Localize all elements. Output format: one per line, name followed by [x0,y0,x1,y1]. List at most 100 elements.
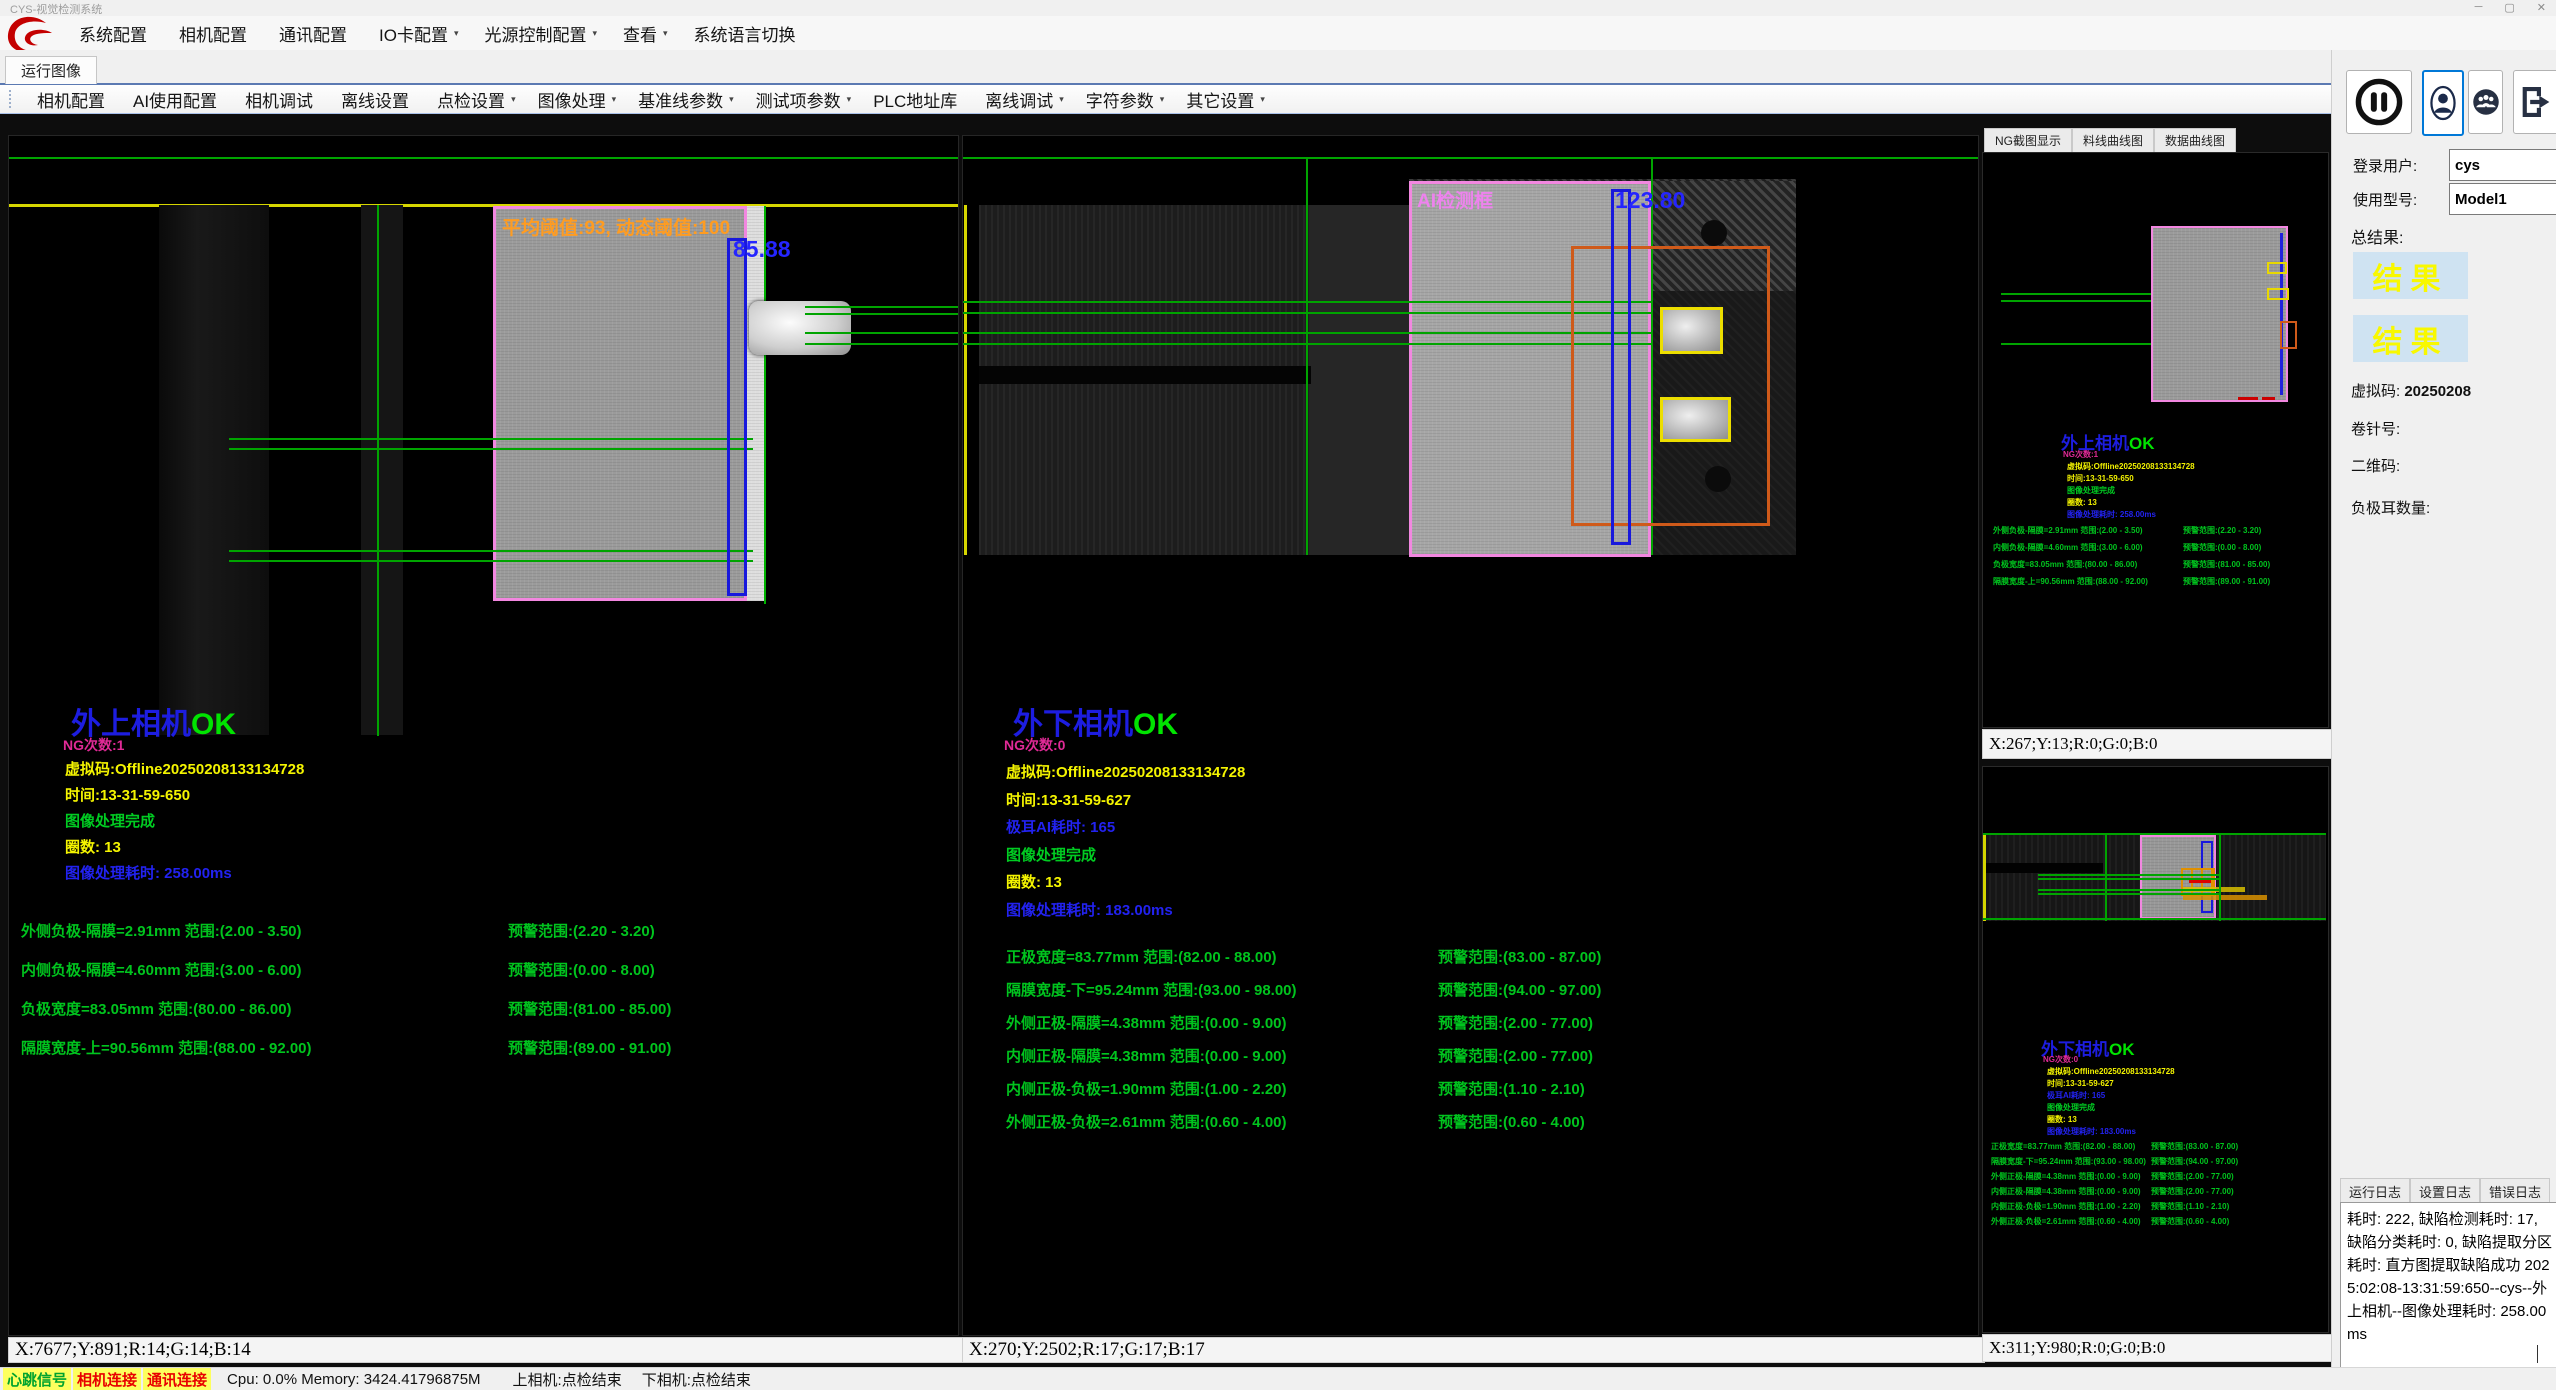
measure-h-green [805,306,958,308]
pause-button[interactable] [2346,70,2412,134]
toolbar-item[interactable]: 相机配置 [26,87,122,112]
measure-h-green [229,560,753,562]
toolbar-item[interactable]: 相机调试 [234,87,330,112]
mini-done-row: 图像处理完成 [2047,1102,2095,1113]
view-tab-row: 运行图像 [0,50,2331,85]
login-user-field[interactable]: cys [2449,149,2556,181]
lower-camera-statusline: X:270;Y:2502;R:17;G:17;B:17 [962,1337,1985,1363]
user-manager-button[interactable] [2468,70,2503,134]
toolbar-item[interactable]: 离线调试▾ [974,87,1075,112]
preview-tab[interactable]: NG截图显示 [1984,128,2072,152]
baseline-h-green [9,157,958,159]
toolbar-item[interactable]: 基准线参数▾ [627,87,745,112]
virtual-code-row: 虚拟码:Offline20250208133134728 [1006,761,1245,782]
minimize-icon[interactable]: ─ [2475,1,2483,14]
toolbar-item[interactable]: 图像处理▾ [527,87,628,112]
mini-h-green [2038,889,2219,891]
toolbar-item[interactable]: 测试项参数▾ [745,87,863,112]
model-field[interactable]: Model1 [2449,183,2556,215]
toolbar-item[interactable]: 字符参数▾ [1075,87,1176,112]
mini-v-yellow [1983,833,1986,921]
mini-h-green [2038,878,2219,880]
measure-h-green [805,332,958,334]
log-content[interactable]: 耗时: 222, 缺陷检测耗时: 17, 缺陷分类耗时: 0, 缺陷提取分区耗时… [2340,1202,2556,1390]
chevron-down-icon: ▾ [1059,94,1064,105]
toolbar-item[interactable]: 离线设置 [330,87,426,112]
exit-door-icon [2516,82,2556,122]
mini-ng-count: NG次数:0 [2043,1054,2078,1065]
toolbar-grip-handle[interactable] [9,90,14,108]
virtual-code-field: 虚拟码: 20250208 [2351,380,2471,401]
mini-elapsed-row: 图像处理耗时: 258.00ms [2067,509,2156,520]
measurement-row: 外侧正极-隔膜=4.38mm 范围:(0.00 - 9.00) 预警范围:(2.… [1006,1012,1956,1045]
log-tab-bar: 运行日志 设置日志 错误日志 [2340,1178,2550,1204]
exit-button[interactable] [2513,70,2556,134]
toolbar-item[interactable]: AI使用配置 [122,87,234,112]
toolbar-item[interactable]: PLC地址库 [862,87,974,112]
log-tab[interactable]: 运行日志 [2340,1178,2410,1204]
tab-count-label: 负极耳数量: [2351,497,2430,518]
preview-tab[interactable]: 料线曲线图 [2072,128,2154,152]
upper-camera-view[interactable]: 平均阈值:93, 动态阈值:100 85.88 外上相机OK NG次数:1 虚拟… [8,135,959,1336]
elapsed-row: 图像处理耗时: 258.00ms [65,862,232,883]
loop-count-row: 圈数: 13 [1006,871,1062,892]
chevron-down-icon: ▾ [454,28,459,39]
menu-item[interactable]: 查看▾ [610,21,681,46]
mini-code-row: 虚拟码:Offline20250208133134728 [2047,1066,2175,1077]
image-shade-band [159,205,269,735]
ng-preview-lower[interactable]: 外下相机OK NG次数:0 虚拟码:Offline202502081331347… [1982,766,2329,1333]
bolt-hole [1701,220,1727,246]
app-logo-icon [2,14,60,54]
maximize-icon[interactable]: ▢ [2504,1,2514,14]
mini-loops-row: 圈数: 13 [2047,1114,2077,1125]
measure-h-green [963,301,1651,303]
image-band-mid [1311,205,1409,555]
mini-code-row: 虚拟码:Offline20250208133134728 [2067,461,2195,472]
menu-item[interactable]: 相机配置 [166,21,266,46]
log-tab[interactable]: 设置日志 [2410,1178,2480,1204]
measurement-row: 负极宽度=83.05mm 范围:(80.00 - 86.00) 预警范围:(81… [21,998,951,1037]
mini-yellow-box [2267,262,2287,274]
model-label: 使用型号: [2353,189,2417,210]
baseline-h-green [963,157,1978,159]
log-tab[interactable]: 错误日志 [2480,1178,2550,1204]
chevron-down-icon: ▾ [1260,94,1265,105]
chevron-down-icon: ▾ [663,28,668,39]
tab-metal-blob [749,301,851,355]
mini-h-green [2038,893,2219,895]
menu-item[interactable]: 系统配置 [66,21,166,46]
menu-item[interactable]: 通讯配置 [266,21,366,46]
bright-strip [747,206,764,601]
ng-count: NG次数:1 [63,735,124,755]
virtual-code-value: 20250208 [2404,383,2471,400]
menu-item[interactable]: IO卡配置▾ [366,21,471,46]
mini-h-green [2001,293,2151,295]
mini-band-groove [1983,863,2103,873]
preview-tab[interactable]: 数据曲线图 [2154,128,2236,152]
ng-preview-upper[interactable]: 外上相机OK NG次数:1 虚拟码:Offline202502081331347… [1982,152,2329,728]
toolbar-item[interactable]: 点检设置▾ [426,87,527,112]
chevron-down-icon: ▾ [511,94,516,105]
tab-run-image[interactable]: 运行图像 [5,56,97,84]
measure-h-green [963,312,1651,314]
virtual-code-row: 虚拟码:Offline20250208133134728 [65,758,304,779]
control-panel: 登录用户: cys 使用型号: Model1 总结果: 结果 结果 虚拟码: 2… [2331,50,2556,1390]
lower-camera-view[interactable]: AI检测框 123.80 外下相机OK NG次数:0 虚拟码:Offline20… [962,135,1979,1336]
elapsed-row: 图像处理耗时: 183.00ms [1006,899,1173,920]
chevron-down-icon: ▾ [592,28,597,39]
mini-measurement-row: 外侧正极-隔膜=4.38mm 范围:(0.00 - 9.00) 预警范围:(2.… [1991,1171,2326,1186]
measure-h-green [963,343,1651,345]
measurement-row: 内侧正极-隔膜=4.38mm 范围:(0.00 - 9.00) 预警范围:(2.… [1006,1045,1956,1078]
mini-measurement-row: 外侧负极-隔膜=2.91mm 范围:(2.00 - 3.50) 预警范围:(2.… [1993,525,2323,542]
camera-link-badge: 相机连接 [73,1368,141,1390]
menu-item[interactable]: 系统语言切换 [681,21,815,46]
threshold-overlay-label: 平均阈值:93, 动态阈值:100 [502,213,730,240]
mini-h-green [2038,874,2219,876]
mini-ai-frame [2151,226,2288,402]
current-user-button[interactable] [2422,70,2464,136]
loop-count-row: 圈数: 13 [65,836,121,857]
toolbar-item[interactable]: 其它设置▾ [1175,87,1276,112]
close-icon[interactable]: ✕ [2537,1,2546,14]
preview-upper-statusline: X:267;Y:13;R:0;G:0;B:0 [1982,729,2335,759]
menu-item[interactable]: 光源控制配置▾ [471,21,610,46]
